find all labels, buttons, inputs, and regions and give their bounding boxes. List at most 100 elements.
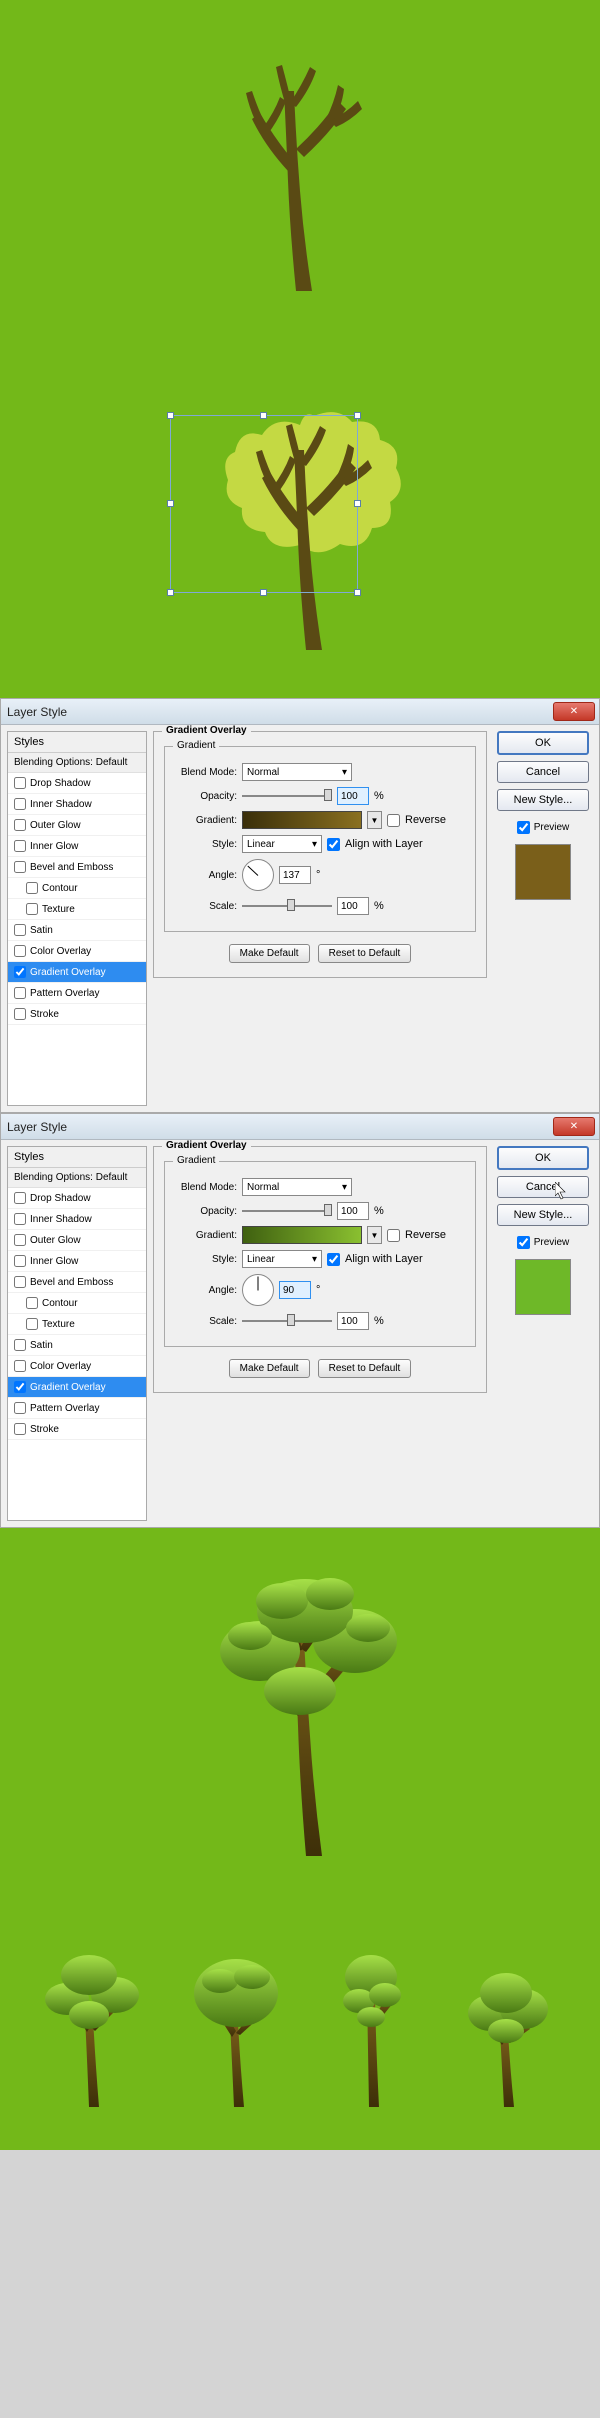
blending-options-row[interactable]: Blending Options: Default: [8, 1168, 146, 1188]
transform-handle[interactable]: [260, 412, 267, 419]
style-select[interactable]: Linear▾: [242, 835, 322, 853]
style-checkbox[interactable]: [14, 1423, 26, 1435]
scale-slider[interactable]: [242, 905, 332, 907]
titlebar[interactable]: Layer Style ✕: [1, 1114, 599, 1140]
opacity-slider[interactable]: [242, 795, 332, 797]
style-checkbox[interactable]: [14, 1008, 26, 1020]
transform-handle[interactable]: [167, 412, 174, 419]
preview-checkbox[interactable]: [517, 821, 530, 834]
style-checkbox[interactable]: [14, 966, 26, 978]
style-checkbox[interactable]: [26, 903, 38, 915]
gradient-dropdown[interactable]: ▼: [367, 811, 382, 829]
style-checkbox[interactable]: [14, 1360, 26, 1372]
style-list-item[interactable]: Color Overlay: [8, 941, 146, 962]
new-style-button[interactable]: New Style...: [497, 1204, 589, 1226]
opacity-input[interactable]: [337, 1202, 369, 1220]
style-checkbox[interactable]: [14, 1402, 26, 1414]
styles-header[interactable]: Styles: [8, 732, 146, 753]
reset-default-button[interactable]: Reset to Default: [318, 1359, 412, 1378]
style-checkbox[interactable]: [14, 840, 26, 852]
transform-handle[interactable]: [354, 500, 361, 507]
align-checkbox[interactable]: [327, 838, 340, 851]
angle-dial[interactable]: [242, 1274, 274, 1306]
angle-input[interactable]: [279, 866, 311, 884]
transform-handle[interactable]: [260, 589, 267, 596]
style-checkbox[interactable]: [14, 1381, 26, 1393]
style-checkbox[interactable]: [26, 1318, 38, 1330]
style-checkbox[interactable]: [14, 945, 26, 957]
blendmode-select[interactable]: Normal▾: [242, 1178, 352, 1196]
gradient-picker[interactable]: [242, 811, 362, 829]
make-default-button[interactable]: Make Default: [229, 1359, 310, 1378]
slider-thumb[interactable]: [324, 789, 332, 801]
blendmode-select[interactable]: Normal▾: [242, 763, 352, 781]
style-checkbox[interactable]: [26, 1297, 38, 1309]
style-checkbox[interactable]: [14, 1192, 26, 1204]
style-checkbox[interactable]: [14, 987, 26, 999]
style-list-item[interactable]: Stroke: [8, 1004, 146, 1025]
angle-dial[interactable]: [242, 859, 274, 891]
style-checkbox[interactable]: [14, 798, 26, 810]
ok-button[interactable]: OK: [497, 731, 589, 755]
style-list-item[interactable]: Texture: [8, 899, 146, 920]
transform-bounding-box[interactable]: [170, 415, 358, 593]
style-list-item[interactable]: Bevel and Emboss: [8, 857, 146, 878]
style-list-item[interactable]: Drop Shadow: [8, 1188, 146, 1209]
slider-thumb[interactable]: [287, 899, 295, 911]
style-list-item[interactable]: Contour: [8, 878, 146, 899]
slider-thumb[interactable]: [324, 1204, 332, 1216]
slider-thumb[interactable]: [287, 1314, 295, 1326]
style-list-item[interactable]: Stroke: [8, 1419, 146, 1440]
reverse-checkbox[interactable]: [387, 1229, 400, 1242]
style-list-item[interactable]: Inner Glow: [8, 1251, 146, 1272]
reset-default-button[interactable]: Reset to Default: [318, 944, 412, 963]
cancel-button[interactable]: Cancel: [497, 1176, 589, 1198]
reverse-checkbox[interactable]: [387, 814, 400, 827]
opacity-input[interactable]: [337, 787, 369, 805]
titlebar[interactable]: Layer Style ✕: [1, 699, 599, 725]
style-list-item[interactable]: Inner Glow: [8, 836, 146, 857]
gradient-dropdown[interactable]: ▼: [367, 1226, 382, 1244]
style-checkbox[interactable]: [26, 882, 38, 894]
style-list-item[interactable]: Pattern Overlay: [8, 983, 146, 1004]
scale-input[interactable]: [337, 897, 369, 915]
style-list-item[interactable]: Gradient Overlay: [8, 1377, 146, 1398]
transform-handle[interactable]: [167, 500, 174, 507]
style-checkbox[interactable]: [14, 777, 26, 789]
gradient-picker[interactable]: [242, 1226, 362, 1244]
new-style-button[interactable]: New Style...: [497, 789, 589, 811]
style-list-item[interactable]: Bevel and Emboss: [8, 1272, 146, 1293]
style-list-item[interactable]: Inner Shadow: [8, 794, 146, 815]
style-checkbox[interactable]: [14, 1234, 26, 1246]
style-list-item[interactable]: Drop Shadow: [8, 773, 146, 794]
style-list-item[interactable]: Pattern Overlay: [8, 1398, 146, 1419]
scale-input[interactable]: [337, 1312, 369, 1330]
close-button[interactable]: ✕: [553, 702, 595, 721]
style-checkbox[interactable]: [14, 1255, 26, 1267]
style-checkbox[interactable]: [14, 1276, 26, 1288]
style-list-item[interactable]: Contour: [8, 1293, 146, 1314]
make-default-button[interactable]: Make Default: [229, 944, 310, 963]
angle-input[interactable]: [279, 1281, 311, 1299]
style-list-item[interactable]: Texture: [8, 1314, 146, 1335]
style-checkbox[interactable]: [14, 924, 26, 936]
style-list-item[interactable]: Gradient Overlay: [8, 962, 146, 983]
align-checkbox[interactable]: [327, 1253, 340, 1266]
style-checkbox[interactable]: [14, 861, 26, 873]
styles-header[interactable]: Styles: [8, 1147, 146, 1168]
style-checkbox[interactable]: [14, 1339, 26, 1351]
opacity-slider[interactable]: [242, 1210, 332, 1212]
scale-slider[interactable]: [242, 1320, 332, 1322]
preview-checkbox[interactable]: [517, 1236, 530, 1249]
close-button[interactable]: ✕: [553, 1117, 595, 1136]
style-list-item[interactable]: Satin: [8, 1335, 146, 1356]
style-checkbox[interactable]: [14, 819, 26, 831]
style-list-item[interactable]: Outer Glow: [8, 1230, 146, 1251]
cancel-button[interactable]: Cancel: [497, 761, 589, 783]
transform-handle[interactable]: [354, 589, 361, 596]
transform-handle[interactable]: [167, 589, 174, 596]
style-select[interactable]: Linear▾: [242, 1250, 322, 1268]
ok-button[interactable]: OK: [497, 1146, 589, 1170]
blending-options-row[interactable]: Blending Options: Default: [8, 753, 146, 773]
transform-handle[interactable]: [354, 412, 361, 419]
